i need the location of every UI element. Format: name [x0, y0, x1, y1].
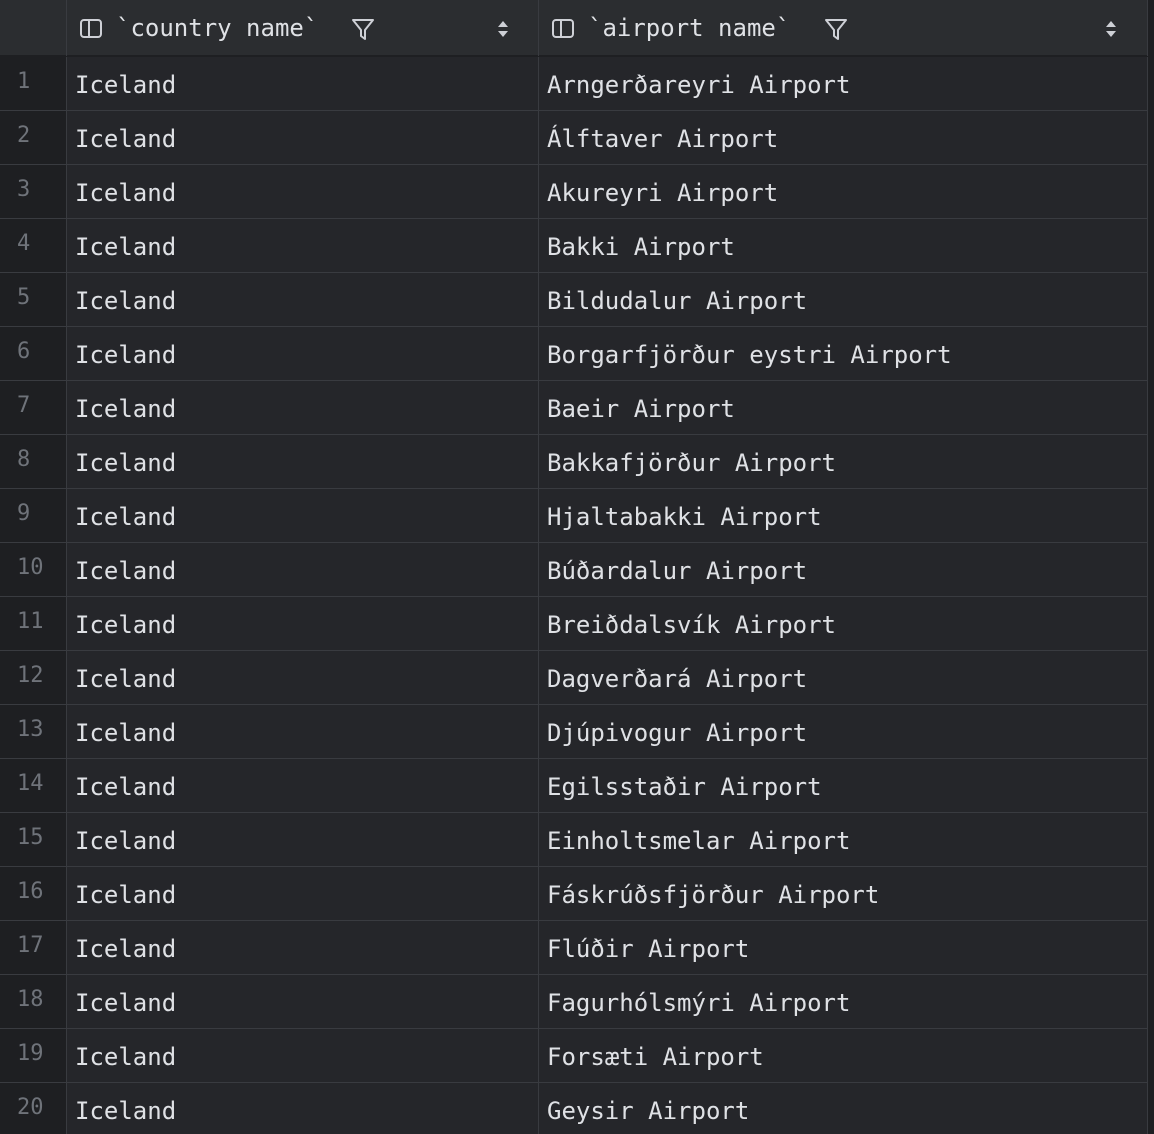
cell-airport-name[interactable]: Bildudalur Airport: [539, 273, 1148, 326]
row-number[interactable]: 13: [0, 705, 67, 758]
table-row[interactable]: 3 Iceland Akureyri Airport: [0, 165, 1148, 219]
column-header-airport-name[interactable]: `airport name`: [539, 0, 1148, 56]
table-row[interactable]: 16 Iceland Fáskrúðsfjörður Airport: [0, 867, 1148, 921]
row-number[interactable]: 11: [0, 597, 67, 650]
row-number[interactable]: 6: [0, 327, 67, 380]
grid-body: 1 Iceland Arngerðareyri Airport 2 Iceland Álf…: [0, 57, 1148, 1134]
table-row[interactable]: 7 Iceland Baeir Airport: [0, 381, 1148, 435]
cell-airport-name[interactable]: Hjaltabakki Airport: [539, 489, 1148, 542]
column-title: `country name`: [116, 14, 319, 42]
table-row[interactable]: 4 Iceland Bakki Airport: [0, 219, 1148, 273]
row-number[interactable]: 10: [0, 543, 67, 596]
cell-country-name[interactable]: Iceland: [67, 1083, 539, 1134]
table-row[interactable]: 10 Iceland Búðardalur Airport: [0, 543, 1148, 597]
cell-airport-name[interactable]: Forsæti Airport: [539, 1029, 1148, 1082]
cell-country-name[interactable]: Iceland: [67, 327, 539, 380]
sort-icon[interactable]: [1105, 20, 1117, 38]
table-row[interactable]: 6 Iceland Borgarfjörður eystri Airport: [0, 327, 1148, 381]
row-number[interactable]: 8: [0, 435, 67, 488]
cell-airport-name[interactable]: Arngerðareyri Airport: [539, 57, 1148, 110]
row-number[interactable]: 4: [0, 219, 67, 272]
cell-airport-name[interactable]: Baeir Airport: [539, 381, 1148, 434]
cell-country-name[interactable]: Iceland: [67, 705, 539, 758]
row-number[interactable]: 18: [0, 975, 67, 1028]
row-number[interactable]: 20: [0, 1083, 67, 1134]
cell-airport-name[interactable]: Breiðdalsvík Airport: [539, 597, 1148, 650]
sort-icon[interactable]: [497, 20, 509, 38]
cell-airport-name[interactable]: Fáskrúðsfjörður Airport: [539, 867, 1148, 920]
row-number[interactable]: 7: [0, 381, 67, 434]
cell-airport-name[interactable]: Akureyri Airport: [539, 165, 1148, 218]
table-row[interactable]: 8 Iceland Bakkafjörður Airport: [0, 435, 1148, 489]
column-header-country-name[interactable]: `country name`: [67, 0, 539, 56]
cell-country-name[interactable]: Iceland: [67, 57, 539, 110]
cell-airport-name[interactable]: Djúpivogur Airport: [539, 705, 1148, 758]
grid-header: `country name` `airport name`: [0, 0, 1148, 56]
cell-airport-name[interactable]: Dagverðará Airport: [539, 651, 1148, 704]
results-grid: `country name` `airport name` 1 Iceland Ar…: [0, 0, 1154, 1134]
row-number[interactable]: 5: [0, 273, 67, 326]
cell-airport-name[interactable]: Egilsstaðir Airport: [539, 759, 1148, 812]
column-icon: [552, 19, 574, 38]
row-number[interactable]: 9: [0, 489, 67, 542]
cell-airport-name[interactable]: Geysir Airport: [539, 1083, 1148, 1134]
column-icon: [80, 19, 102, 38]
cell-airport-name[interactable]: Búðardalur Airport: [539, 543, 1148, 596]
table-row[interactable]: 18 Iceland Fagurhólsmýri Airport: [0, 975, 1148, 1029]
cell-country-name[interactable]: Iceland: [67, 381, 539, 434]
filter-icon[interactable]: [823, 16, 849, 42]
cell-country-name[interactable]: Iceland: [67, 111, 539, 164]
cell-country-name[interactable]: Iceland: [67, 543, 539, 596]
table-row[interactable]: 15 Iceland Einholtsmelar Airport: [0, 813, 1148, 867]
table-row[interactable]: 11 Iceland Breiðdalsvík Airport: [0, 597, 1148, 651]
cell-country-name[interactable]: Iceland: [67, 759, 539, 812]
row-number[interactable]: 1: [0, 57, 67, 110]
cell-airport-name[interactable]: Fagurhólsmýri Airport: [539, 975, 1148, 1028]
cell-country-name[interactable]: Iceland: [67, 651, 539, 704]
row-number[interactable]: 19: [0, 1029, 67, 1082]
cell-airport-name[interactable]: Bakkafjörður Airport: [539, 435, 1148, 488]
column-title: `airport name`: [588, 14, 791, 42]
cell-airport-name[interactable]: Álftaver Airport: [539, 111, 1148, 164]
row-number-header[interactable]: [0, 0, 67, 56]
cell-country-name[interactable]: Iceland: [67, 921, 539, 974]
table-row[interactable]: 20 Iceland Geysir Airport: [0, 1083, 1148, 1134]
cell-country-name[interactable]: Iceland: [67, 165, 539, 218]
cell-airport-name[interactable]: Flúðir Airport: [539, 921, 1148, 974]
row-number[interactable]: 12: [0, 651, 67, 704]
cell-country-name[interactable]: Iceland: [67, 813, 539, 866]
filter-icon[interactable]: [350, 16, 376, 42]
table-row[interactable]: 17 Iceland Flúðir Airport: [0, 921, 1148, 975]
cell-country-name[interactable]: Iceland: [67, 1029, 539, 1082]
cell-country-name[interactable]: Iceland: [67, 867, 539, 920]
cell-airport-name[interactable]: Einholtsmelar Airport: [539, 813, 1148, 866]
row-number[interactable]: 15: [0, 813, 67, 866]
table-row[interactable]: 14 Iceland Egilsstaðir Airport: [0, 759, 1148, 813]
table-row[interactable]: 19 Iceland Forsæti Airport: [0, 1029, 1148, 1083]
table-row[interactable]: 5 Iceland Bildudalur Airport: [0, 273, 1148, 327]
table-row[interactable]: 9 Iceland Hjaltabakki Airport: [0, 489, 1148, 543]
table-row[interactable]: 12 Iceland Dagverðará Airport: [0, 651, 1148, 705]
cell-country-name[interactable]: Iceland: [67, 597, 539, 650]
cell-country-name[interactable]: Iceland: [67, 219, 539, 272]
table-row[interactable]: 2 Iceland Álftaver Airport: [0, 111, 1148, 165]
row-number[interactable]: 3: [0, 165, 67, 218]
table-row[interactable]: 13 Iceland Djúpivogur Airport: [0, 705, 1148, 759]
cell-country-name[interactable]: Iceland: [67, 435, 539, 488]
table-row[interactable]: 1 Iceland Arngerðareyri Airport: [0, 57, 1148, 111]
cell-country-name[interactable]: Iceland: [67, 975, 539, 1028]
cell-country-name[interactable]: Iceland: [67, 273, 539, 326]
cell-airport-name[interactable]: Borgarfjörður eystri Airport: [539, 327, 1148, 380]
row-number[interactable]: 2: [0, 111, 67, 164]
row-number[interactable]: 14: [0, 759, 67, 812]
cell-airport-name[interactable]: Bakki Airport: [539, 219, 1148, 272]
row-number[interactable]: 17: [0, 921, 67, 974]
row-number[interactable]: 16: [0, 867, 67, 920]
cell-country-name[interactable]: Iceland: [67, 489, 539, 542]
